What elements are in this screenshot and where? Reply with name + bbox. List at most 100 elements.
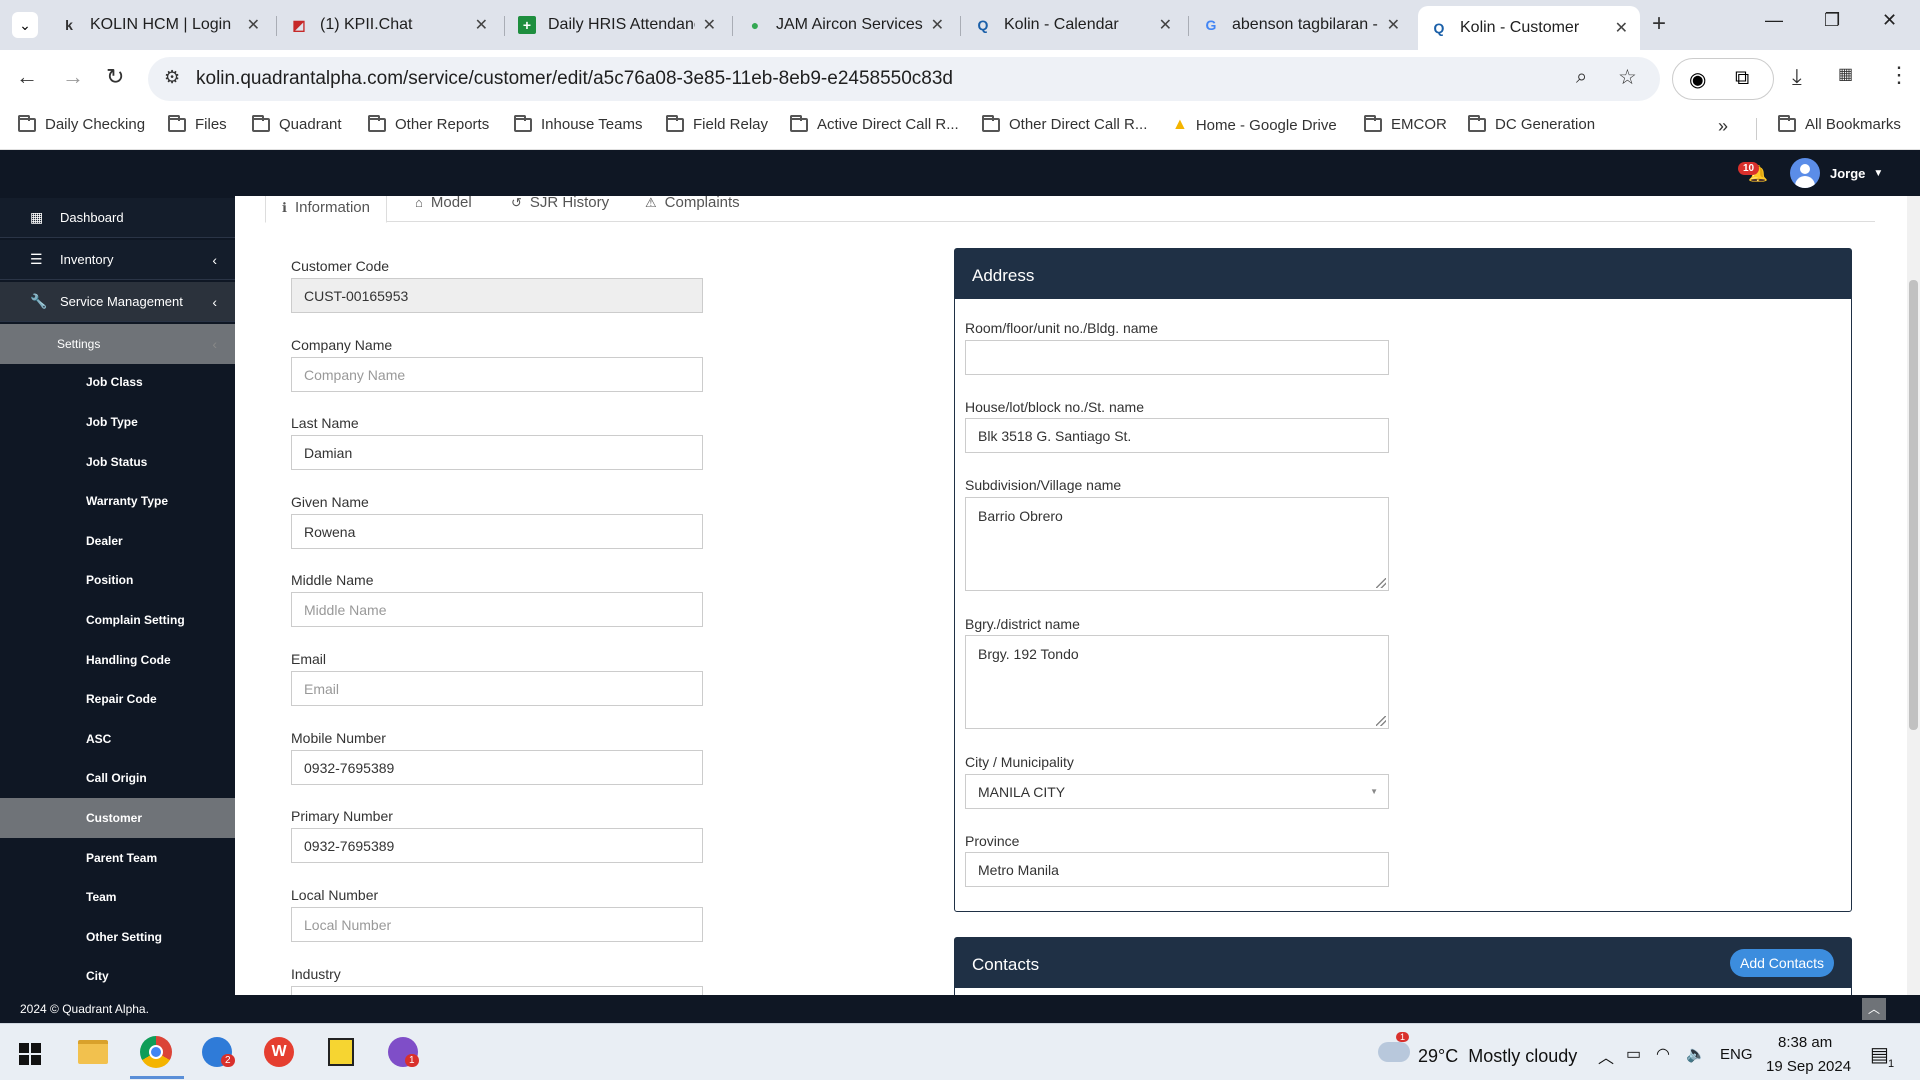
- menu-icon[interactable]: ⋮: [1888, 62, 1910, 88]
- sticky-notes-icon[interactable]: [328, 1038, 354, 1066]
- bookmark-folder[interactable]: Files: [168, 114, 227, 133]
- primary-number-input[interactable]: 0932-7695389: [291, 828, 703, 863]
- given-name-input[interactable]: Rowena: [291, 514, 703, 549]
- last-name-input[interactable]: Damian: [291, 435, 703, 470]
- bookmark-folder[interactable]: Quadrant: [252, 114, 342, 133]
- bookmark-folder[interactable]: Other Reports: [368, 114, 489, 133]
- close-icon[interactable]: ✕: [475, 15, 488, 35]
- sidebar-item-dealer[interactable]: Dealer: [0, 521, 235, 561]
- window-close-icon[interactable]: ✕: [1882, 10, 1897, 31]
- page-scrollbar[interactable]: [1907, 196, 1920, 995]
- province-input[interactable]: Metro Manila: [965, 852, 1389, 887]
- resize-handle[interactable]: [1376, 578, 1386, 588]
- site-info-icon[interactable]: ⚙: [164, 67, 180, 88]
- tab-complaints[interactable]: ⚠ Complaints: [645, 196, 740, 211]
- sidebar-item-customer[interactable]: Customer: [0, 798, 235, 838]
- sidebar-item-repair-code[interactable]: Repair Code: [0, 679, 235, 719]
- industry-select[interactable]: [291, 986, 703, 995]
- sidebar-item-job-class[interactable]: Job Class: [0, 362, 235, 402]
- bookmark-folder[interactable]: DC Generation: [1468, 114, 1595, 133]
- middle-name-input[interactable]: Middle Name: [291, 592, 703, 627]
- tab-information[interactable]: ℹ Information: [265, 196, 387, 223]
- bookmark-folder[interactable]: Daily Checking: [18, 114, 145, 133]
- company-name-input[interactable]: Company Name: [291, 357, 703, 392]
- wifi-icon[interactable]: ◠: [1656, 1044, 1670, 1064]
- bookmark-folder[interactable]: Other Direct Call R...: [982, 114, 1147, 133]
- notification-center-icon[interactable]: ▤: [1870, 1042, 1889, 1067]
- sidebar-item-settings[interactable]: Settings ‹: [0, 324, 235, 364]
- tray-chevron-up-icon[interactable]: ︿: [1598, 1044, 1614, 1068]
- room-input[interactable]: [965, 340, 1389, 375]
- bookmark-folder[interactable]: Field Relay: [666, 114, 768, 133]
- more-bookmarks-icon[interactable]: »: [1718, 116, 1728, 137]
- bookmark-star-icon[interactable]: ☆: [1618, 65, 1637, 90]
- scroll-top-button[interactable]: ︿: [1862, 998, 1886, 1020]
- close-icon[interactable]: ✕: [1159, 15, 1172, 35]
- browser-tab[interactable]: ● JAM Aircon Services ✕: [734, 8, 956, 42]
- sidebar-item-parent-team[interactable]: Parent Team: [0, 838, 235, 878]
- browser-tab[interactable]: G abenson tagbilaran - ✕: [1190, 8, 1412, 42]
- close-icon[interactable]: ✕: [1615, 18, 1628, 38]
- weather-icon[interactable]: [1378, 1042, 1410, 1062]
- close-icon[interactable]: ✕: [1387, 15, 1400, 35]
- sidebar-item-complain-setting[interactable]: Complain Setting: [0, 600, 235, 640]
- barangay-textarea[interactable]: Brgy. 192 Tondo: [965, 635, 1389, 729]
- bookmark-folder[interactable]: Active Direct Call R...: [790, 114, 959, 133]
- browser-tab-active[interactable]: Q Kolin - Customer ✕: [1418, 6, 1640, 50]
- scrollbar-thumb[interactable]: [1909, 280, 1918, 730]
- sidebar-item-warranty-type[interactable]: Warranty Type: [0, 481, 235, 521]
- sidebar-item-asc[interactable]: ASC: [0, 719, 235, 759]
- browser-tab[interactable]: k KOLIN HCM | Login ✕: [48, 8, 272, 42]
- sidebar-item-position[interactable]: Position: [0, 560, 235, 600]
- sidebar-item-inventory[interactable]: ☰ Inventory ‹: [0, 240, 235, 280]
- close-icon[interactable]: ✕: [931, 15, 944, 35]
- sidebar-item-job-status[interactable]: Job Status: [0, 442, 235, 482]
- subdivision-textarea[interactable]: Barrio Obrero: [965, 497, 1389, 591]
- user-menu[interactable]: Jorge ▼: [1790, 158, 1883, 188]
- browser-tab[interactable]: Q Kolin - Calendar ✕: [962, 8, 1184, 42]
- house-input[interactable]: Blk 3518 G. Santiago St.: [965, 418, 1389, 453]
- language-indicator[interactable]: ENG: [1720, 1046, 1753, 1063]
- add-contacts-button[interactable]: Add Contacts: [1730, 949, 1835, 977]
- download-icon[interactable]: ⤓: [1792, 64, 1802, 90]
- mobile-number-input[interactable]: 0932-7695389: [291, 750, 703, 785]
- extension-icon[interactable]: ◉: [1689, 67, 1706, 92]
- weather-text[interactable]: 29°C Mostly cloudy: [1418, 1046, 1577, 1067]
- zoom-icon[interactable]: ⌕: [1576, 66, 1587, 89]
- sidebar-item-call-origin[interactable]: Call Origin: [0, 758, 235, 798]
- email-input[interactable]: Email: [291, 671, 703, 706]
- sidebar-item-dashboard[interactable]: ▦ Dashboard: [0, 198, 235, 238]
- sidebar-item-job-type[interactable]: Job Type: [0, 402, 235, 442]
- chrome-icon[interactable]: [140, 1036, 172, 1068]
- sidebar-item-team[interactable]: Team: [0, 877, 235, 917]
- clock-time[interactable]: 8:38 am: [1778, 1034, 1832, 1051]
- puzzle-icon[interactable]: ⧉: [1735, 67, 1749, 90]
- back-icon[interactable]: ←: [16, 64, 38, 90]
- volume-icon[interactable]: 🔈: [1686, 1044, 1706, 1064]
- sidebar-item-service-management[interactable]: 🔧 Service Management ‹: [0, 282, 235, 322]
- sidebar-item-handling-code[interactable]: Handling Code: [0, 640, 235, 680]
- tab-sjr-history[interactable]: ↺ SJR History: [511, 196, 609, 211]
- battery-icon[interactable]: ▭: [1626, 1044, 1641, 1064]
- browser-tab[interactable]: ◩ (1) KPII.Chat ✕: [278, 8, 500, 42]
- profile-icon[interactable]: ▦: [1838, 64, 1853, 84]
- resize-handle[interactable]: [1376, 716, 1386, 726]
- clock-date[interactable]: 19 Sep 2024: [1766, 1058, 1851, 1075]
- windows-start-icon[interactable]: [19, 1043, 41, 1065]
- close-icon[interactable]: ✕: [247, 15, 260, 35]
- all-bookmarks-folder[interactable]: All Bookmarks: [1778, 114, 1901, 133]
- city-select[interactable]: MANILA CITY ▼: [965, 774, 1389, 809]
- url-text[interactable]: kolin.quadrantalpha.com/service/customer…: [196, 68, 953, 90]
- sidebar-item-other-setting[interactable]: Other Setting: [0, 917, 235, 957]
- tab-model[interactable]: ⌂ Model: [415, 196, 472, 211]
- file-explorer-icon[interactable]: [78, 1040, 108, 1064]
- address-bar[interactable]: ⚙ kolin.quadrantalpha.com/service/custom…: [148, 57, 1660, 101]
- tab-search-button[interactable]: ⌄: [12, 12, 38, 38]
- minimize-icon[interactable]: —: [1765, 10, 1783, 31]
- forward-icon[interactable]: →: [62, 64, 84, 90]
- reload-icon[interactable]: ↻: [106, 64, 124, 90]
- new-tab-icon[interactable]: +: [1652, 10, 1666, 38]
- browser-tab[interactable]: + Daily HRIS Attendanc ✕: [506, 8, 728, 42]
- bookmark-folder[interactable]: Inhouse Teams: [514, 114, 642, 133]
- bookmark-link[interactable]: ▲ Home - Google Drive: [1172, 116, 1337, 134]
